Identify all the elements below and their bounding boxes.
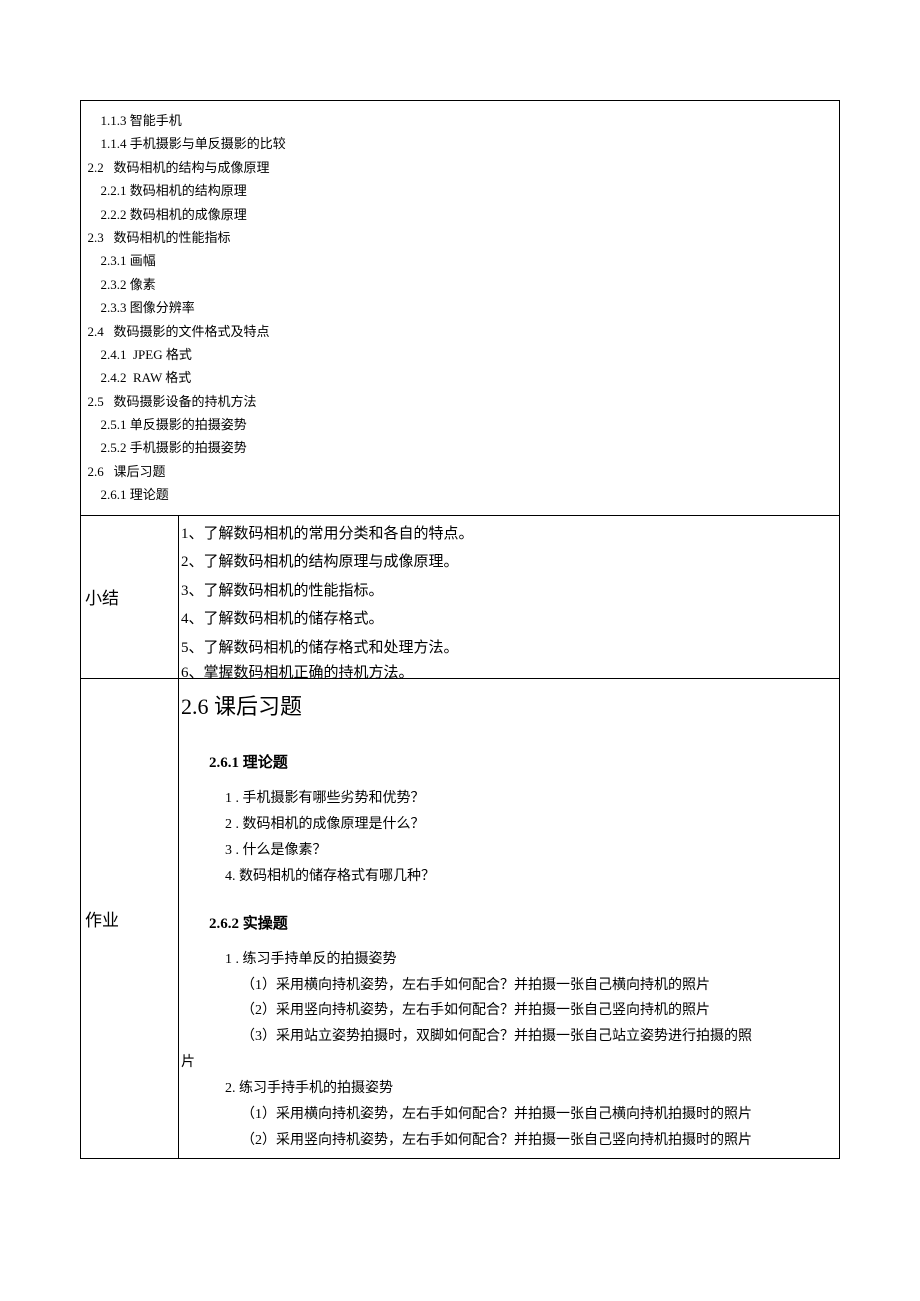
practice-subitem: （2）采用竖向持机姿势，左右手如何配合？并拍摄一张自己竖向持机拍摄时的照片 (241, 1128, 837, 1154)
toc-section: 1.1.3 智能手机 1.1.4 手机摄影与单反摄影的比较 2.2 数码相机的结… (81, 101, 840, 516)
toc-item: 2.2 数码相机的结构与成像原理 (81, 156, 839, 179)
toc-item: 2.4 数码摄影的文件格式及特点 (81, 320, 839, 343)
toc-item: 2.3.1 画幅 (81, 249, 839, 272)
practice-item: 1 . 练习手持单反的拍摄姿势 (225, 947, 837, 973)
theory-question: 2 . 数码相机的成像原理是什么？ (225, 812, 837, 838)
toc-item: 2.6.1 理论题 (81, 483, 839, 506)
summary-item: 2、了解数码相机的结构原理与成像原理。 (181, 548, 837, 577)
toc-item: 2.5.2 手机摄影的拍摄姿势 (81, 436, 839, 459)
toc-item: 1.1.4 手机摄影与单反摄影的比较 (81, 132, 839, 155)
practice-subitem-wrap: 片 (181, 1050, 837, 1076)
summary-item: 4、了解数码相机的储存格式。 (181, 605, 837, 634)
homework-title: 2.6 课后习题 (181, 689, 837, 721)
summary-label: 小结 (81, 515, 179, 679)
theory-question: 4. 数码相机的储存格式有哪几种？ (225, 864, 837, 890)
summary-item: 1、了解数码相机的常用分类和各自的特点。 (181, 520, 837, 549)
homework-subtitle: 2.6.2 实操题 (209, 912, 837, 933)
practice-subitem: （3）采用站立姿势拍摄时，双脚如何配合？并拍摄一张自己站立姿势进行拍摄的照 (241, 1024, 837, 1050)
toc-item: 2.3.2 像素 (81, 273, 839, 296)
toc-item: 1.1.3 智能手机 (81, 109, 839, 132)
toc-item: 2.5.1 单反摄影的拍摄姿势 (81, 413, 839, 436)
toc-item: 2.4.1 JPEG 格式 (81, 343, 839, 366)
summary-content: 1、了解数码相机的常用分类和各自的特点。 2、了解数码相机的结构原理与成像原理。… (179, 515, 840, 679)
toc-item: 2.6 课后习题 (81, 460, 839, 483)
summary-item: 5、了解数码相机的储存格式和处理方法。 (181, 634, 837, 663)
toc-item: 2.5 数码摄影设备的持机方法 (81, 390, 839, 413)
theory-question: 3 . 什么是像素？ (225, 838, 837, 864)
toc-item: 2.2.2 数码相机的成像原理 (81, 203, 839, 226)
toc-item: 2.2.1 数码相机的结构原理 (81, 179, 839, 202)
summary-item: 6、掌握数码相机正确的持机方法。 (181, 662, 837, 678)
summary-item: 3、了解数码相机的性能指标。 (181, 577, 837, 606)
homework-content: 2.6 课后习题 2.6.1 理论题 1 . 手机摄影有哪些劣势和优势？ 2 .… (179, 679, 840, 1159)
homework-subtitle: 2.6.1 理论题 (209, 751, 837, 772)
toc-item: 2.3.3 图像分辨率 (81, 296, 839, 319)
practice-item: 2. 练习手持手机的拍摄姿势 (225, 1076, 837, 1102)
homework-row: 作业 2.6 课后习题 2.6.1 理论题 1 . 手机摄影有哪些劣势和优势？ … (81, 679, 840, 1159)
practice-subitem: （1）采用横向持机姿势，左右手如何配合？并拍摄一张自己横向持机的照片 (241, 973, 837, 999)
homework-label: 作业 (81, 679, 179, 1159)
document-table: 1.1.3 智能手机 1.1.4 手机摄影与单反摄影的比较 2.2 数码相机的结… (80, 100, 840, 1159)
practice-subitem: （1）采用横向持机姿势，左右手如何配合？并拍摄一张自己横向持机拍摄时的照片 (241, 1102, 837, 1128)
theory-question: 1 . 手机摄影有哪些劣势和优势？ (225, 786, 837, 812)
practice-subitem: （2）采用竖向持机姿势，左右手如何配合？并拍摄一张自己竖向持机的照片 (241, 998, 837, 1024)
toc-item: 2.3 数码相机的性能指标 (81, 226, 839, 249)
toc-item: 2.4.2 RAW 格式 (81, 366, 839, 389)
summary-row: 小结 1、了解数码相机的常用分类和各自的特点。 2、了解数码相机的结构原理与成像… (81, 515, 840, 679)
